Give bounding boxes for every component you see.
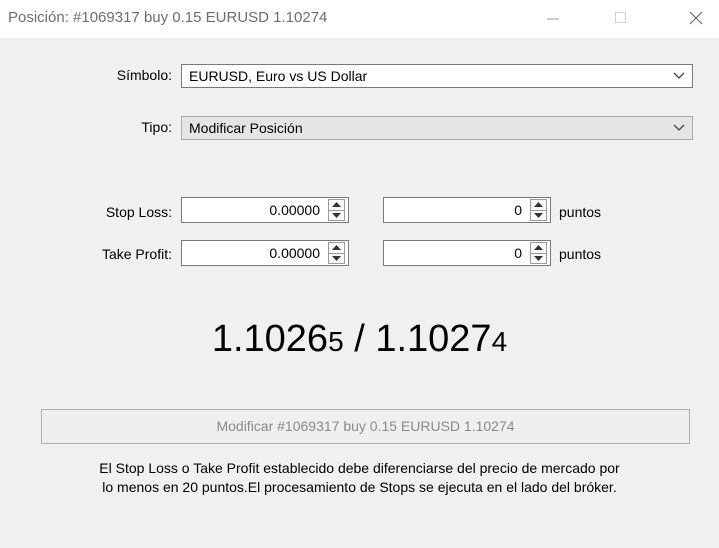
stops-level-note: El Stop Loss o Take Profit establecido d… (0, 459, 719, 497)
take-profit-label: Take Profit: (101, 246, 172, 262)
take-profit-price-spinner (328, 242, 345, 264)
take-profit-points-spinner (530, 242, 547, 264)
stop-loss-points-field[interactable]: 0 (383, 197, 551, 223)
close-icon (689, 11, 703, 25)
take-profit-price-value: 0.00000 (269, 245, 320, 261)
spin-down-button[interactable] (329, 210, 344, 220)
maximize-button (598, 0, 644, 36)
maximize-icon (615, 12, 626, 23)
spin-down-button[interactable] (531, 253, 546, 263)
take-profit-price-field[interactable]: 0.00000 (181, 240, 349, 266)
stop-loss-points-unit: puntos (559, 204, 602, 220)
stop-loss-price-field[interactable]: 0.00000 (181, 197, 349, 223)
note-line-2: lo menos en 20 puntos.El procesamiento d… (102, 479, 617, 495)
symbol-label: Símbolo: (116, 67, 172, 83)
window-title: Posición: #1069317 buy 0.15 EURUSD 1.102… (8, 9, 328, 26)
spin-down-button[interactable] (531, 210, 546, 220)
minimize-button[interactable] (530, 0, 576, 36)
stop-loss-price-value: 0.00000 (269, 202, 320, 218)
bid-ask-quote: 1.10265 / 1.10274 (0, 318, 719, 361)
modify-position-button[interactable]: Modificar #1069317 buy 0.15 EURUSD 1.102… (41, 409, 690, 444)
position-dialog: Posición: #1069317 buy 0.15 EURUSD 1.102… (0, 0, 719, 548)
type-label: Tipo: (141, 119, 172, 135)
take-profit-points-field[interactable]: 0 (383, 240, 551, 266)
type-select[interactable]: Modificar Posición (181, 116, 693, 140)
title-bar: Posición: #1069317 buy 0.15 EURUSD 1.102… (0, 0, 719, 38)
note-line-1: El Stop Loss o Take Profit establecido d… (99, 460, 620, 476)
spin-up-icon (534, 202, 543, 207)
quote-separator: / (343, 318, 376, 360)
bid-price-main: 1.1026 (211, 318, 329, 360)
spin-down-icon (534, 256, 543, 261)
symbol-value: EURUSD, Euro vs US Dollar (189, 68, 368, 84)
take-profit-points-unit: puntos (559, 246, 602, 262)
spin-down-button[interactable] (329, 253, 344, 263)
ask-price-last-digit: 4 (491, 326, 508, 357)
symbol-select[interactable]: EURUSD, Euro vs US Dollar (181, 64, 693, 88)
stop-loss-label: Stop Loss: (105, 204, 172, 220)
close-button[interactable] (673, 0, 719, 36)
stop-loss-points-value: 0 (514, 202, 522, 218)
bid-price-last-digit: 5 (328, 326, 344, 357)
minimize-icon (547, 18, 559, 20)
ask-price-main: 1.1027 (375, 318, 492, 360)
spin-down-icon (332, 256, 341, 261)
chevron-down-icon (673, 124, 685, 131)
spin-up-icon (332, 202, 341, 207)
spin-up-icon (534, 245, 543, 250)
spin-up-icon (332, 245, 341, 250)
spin-down-icon (332, 213, 341, 218)
type-value: Modificar Posición (189, 120, 303, 136)
take-profit-points-value: 0 (514, 245, 522, 261)
chevron-down-icon (673, 72, 685, 79)
stop-loss-points-spinner (530, 199, 547, 221)
stop-loss-price-spinner (328, 199, 345, 221)
spin-down-icon (534, 213, 543, 218)
